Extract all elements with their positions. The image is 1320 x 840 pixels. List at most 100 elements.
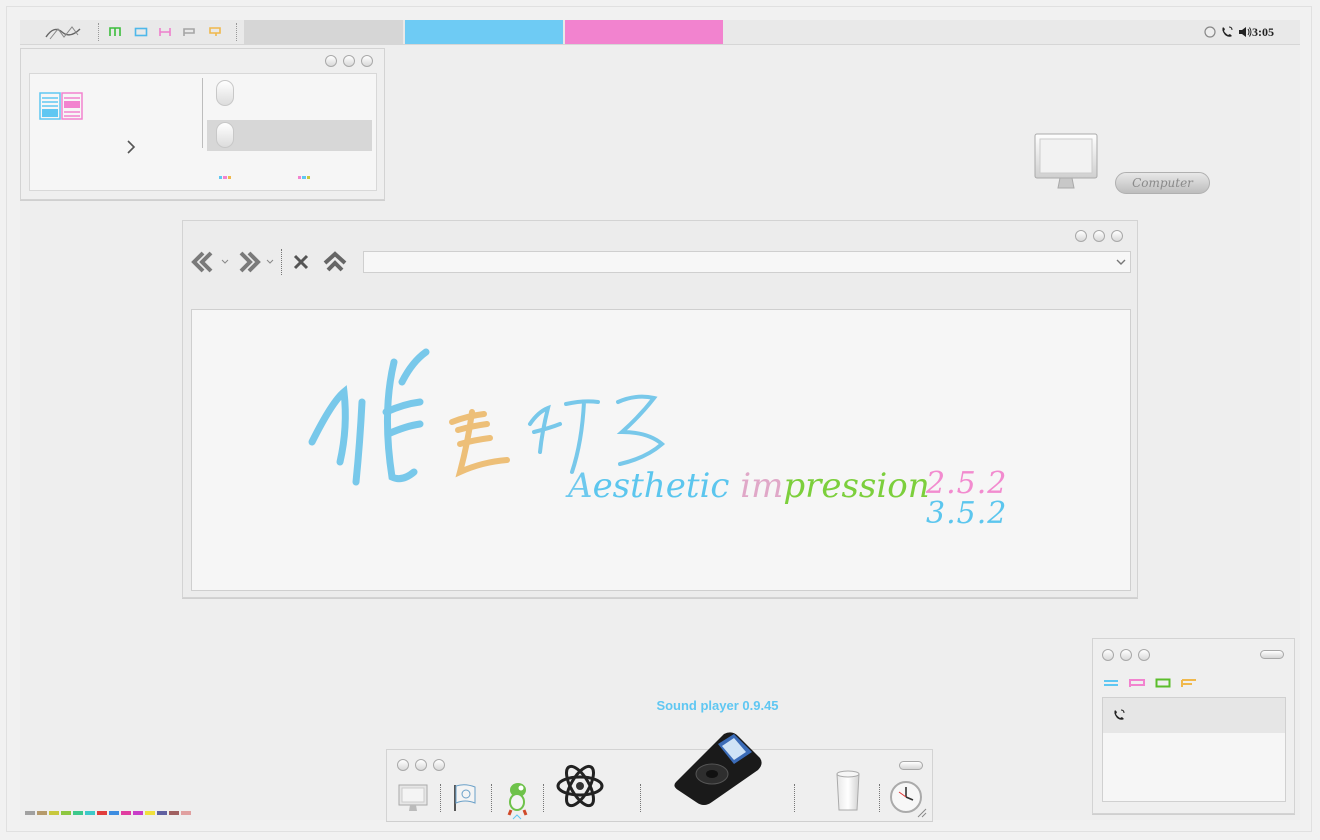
list-item-selected[interactable] xyxy=(1103,698,1285,733)
minimize-button[interactable] xyxy=(1075,230,1087,242)
forward-dropdown-icon[interactable] xyxy=(266,259,274,265)
launcher-widget xyxy=(20,48,385,200)
toolbar-separator xyxy=(98,23,99,41)
q-orange-icon[interactable] xyxy=(208,26,222,38)
close-button[interactable] xyxy=(361,55,373,67)
dock-separator xyxy=(491,784,492,812)
window-controls xyxy=(1075,230,1123,242)
flag-icon[interactable] xyxy=(451,783,479,813)
palette-swatch[interactable] xyxy=(49,811,59,815)
tagline-part: pression xyxy=(783,466,930,506)
circle-icon[interactable] xyxy=(1203,25,1217,39)
resize-grip-icon[interactable] xyxy=(916,808,928,818)
dock-separator xyxy=(794,784,795,812)
trash-icon[interactable] xyxy=(834,770,862,812)
palette-swatch[interactable] xyxy=(61,811,71,815)
color-palette xyxy=(25,811,191,815)
tagline-part: esthetic xyxy=(592,466,741,506)
palette-swatch[interactable] xyxy=(73,811,83,815)
forward-icon[interactable] xyxy=(235,251,261,273)
panel-divider xyxy=(202,78,203,148)
taskbar-segment-pink[interactable] xyxy=(565,20,723,44)
window-blue-icon[interactable] xyxy=(134,26,148,38)
minimize-button[interactable] xyxy=(1102,649,1114,661)
window-controls xyxy=(397,759,445,771)
logo-icon[interactable] xyxy=(44,23,84,41)
window-controls xyxy=(325,55,373,67)
palette-swatch[interactable] xyxy=(133,811,143,815)
home-icon[interactable] xyxy=(323,251,347,273)
minimize-button[interactable] xyxy=(325,55,337,67)
window-green-icon[interactable] xyxy=(1155,678,1171,688)
ipod-icon[interactable] xyxy=(672,730,764,808)
browser-content: Aesthetic impression 2.5.2 3.5.2 xyxy=(191,309,1131,591)
list-blue-icon[interactable] xyxy=(1103,678,1119,688)
dock-separator xyxy=(440,784,441,812)
tagline-part: im xyxy=(740,466,784,506)
collapse-button[interactable] xyxy=(1260,650,1284,659)
color-dots-icon xyxy=(219,176,231,179)
palette-swatch[interactable] xyxy=(121,811,131,815)
menu-green-icon[interactable] xyxy=(108,26,122,38)
back-icon[interactable] xyxy=(191,251,217,273)
maximize-button[interactable] xyxy=(1093,230,1105,242)
collapse-button[interactable] xyxy=(899,761,923,770)
back-dropdown-icon[interactable] xyxy=(221,259,229,265)
top-bar: 3:05 xyxy=(20,20,1300,45)
close-button[interactable] xyxy=(1111,230,1123,242)
yoshi-icon[interactable] xyxy=(502,780,534,816)
maximize-button[interactable] xyxy=(1120,649,1132,661)
monitor-icon[interactable] xyxy=(397,783,429,813)
maximize-button[interactable] xyxy=(343,55,355,67)
palette-swatch[interactable] xyxy=(109,811,119,815)
active-indicator-icon xyxy=(512,814,522,820)
taskbar-segment-blue[interactable] xyxy=(405,20,563,44)
chevron-down-icon[interactable] xyxy=(1116,259,1126,266)
tagline-part: A xyxy=(568,466,593,506)
clock-text: 3:05 xyxy=(1252,25,1274,39)
maximize-button[interactable] xyxy=(415,759,427,771)
dock-separator xyxy=(640,784,641,812)
contacts-widget xyxy=(1092,638,1295,814)
computer-icon[interactable] xyxy=(1032,132,1100,192)
dock-title: Sound player 0.9.45 xyxy=(656,698,779,713)
atom-icon[interactable] xyxy=(554,758,606,812)
palette-swatch[interactable] xyxy=(145,811,155,815)
close-button[interactable] xyxy=(433,759,445,771)
p-grey-icon[interactable] xyxy=(182,26,196,38)
mouse-icon[interactable] xyxy=(216,122,234,148)
toolbar-separator xyxy=(281,249,282,275)
contact-list xyxy=(1102,697,1286,802)
p-pink-icon[interactable] xyxy=(1129,678,1145,688)
palette-swatch[interactable] xyxy=(37,811,47,815)
palette-swatch[interactable] xyxy=(85,811,95,815)
mouse-icon[interactable] xyxy=(216,80,234,106)
dock-separator xyxy=(543,784,544,812)
phone-icon[interactable] xyxy=(1112,708,1126,722)
computer-label[interactable]: Computer xyxy=(1115,172,1210,194)
palette-swatch[interactable] xyxy=(157,811,167,815)
columns-icon[interactable] xyxy=(39,92,83,120)
address-bar[interactable] xyxy=(363,251,1131,273)
palette-swatch[interactable] xyxy=(25,811,35,815)
color-dots-icon xyxy=(298,176,310,179)
close-button[interactable] xyxy=(1138,649,1150,661)
window-controls xyxy=(1102,649,1150,661)
volume-icon[interactable] xyxy=(1238,25,1252,39)
toolbar-separator xyxy=(236,23,237,41)
version-secondary: 3.5.2 xyxy=(926,496,1008,531)
browser-window: Aesthetic impression 2.5.2 3.5.2 xyxy=(182,220,1138,598)
palette-swatch[interactable] xyxy=(97,811,107,815)
palette-swatch[interactable] xyxy=(169,811,179,815)
stop-icon[interactable] xyxy=(293,254,309,270)
minimize-button[interactable] xyxy=(397,759,409,771)
tagline: Aesthetic impression xyxy=(568,466,930,506)
phone-icon[interactable] xyxy=(1220,25,1234,39)
chevron-right-icon[interactable] xyxy=(126,140,136,154)
f-orange-icon[interactable] xyxy=(1181,678,1197,688)
palette-swatch[interactable] xyxy=(181,811,191,815)
launcher-panel xyxy=(29,73,377,191)
taskbar-segment-grey[interactable] xyxy=(244,20,403,44)
h-pink-icon[interactable] xyxy=(158,26,172,38)
dock-separator xyxy=(879,784,880,812)
